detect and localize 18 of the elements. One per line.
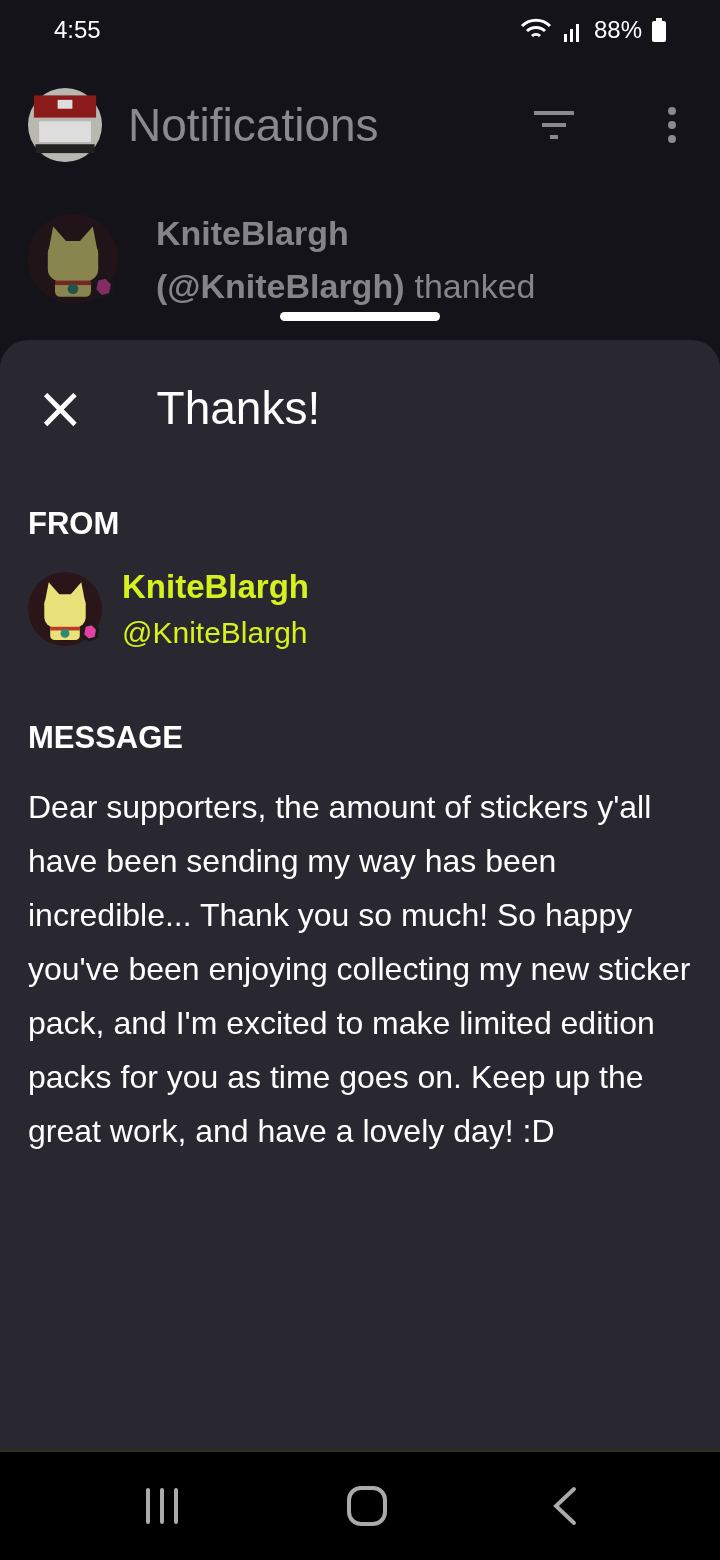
close-button[interactable]: × (28, 379, 93, 437)
page-title: Notifications (128, 98, 380, 152)
sheet-title: Thanks! (156, 381, 321, 435)
filter-icon[interactable] (532, 110, 576, 140)
battery-percent: 88% (593, 16, 642, 44)
clock: 4:55 (54, 16, 101, 44)
sender-handle[interactable]: @KniteBlargh (122, 616, 309, 650)
home-icon[interactable] (346, 1485, 388, 1527)
section-label: MESSAGE (28, 720, 185, 756)
message-text: Dear supporters, the amount of stickers y'all have been sending my way has been incredible... Thank you so much! So happy you've been enjoying collecting my new sticker pack, and I'm excited to make limited edition packs for you as time goes on. Keep up the great work, and have a lovely day! :D (28, 788, 692, 1151)
notification-name: KniteBlargh (156, 214, 350, 253)
notification-text: thanked (414, 267, 536, 306)
sender-name[interactable]: KniteBlargh (122, 568, 309, 606)
battery-icon (652, 18, 666, 42)
notification-handle: (@KniteBlargh) (156, 267, 405, 306)
drag-handle[interactable] (280, 312, 440, 321)
back-icon[interactable] (552, 1486, 578, 1526)
section-label: FROM (28, 506, 121, 542)
